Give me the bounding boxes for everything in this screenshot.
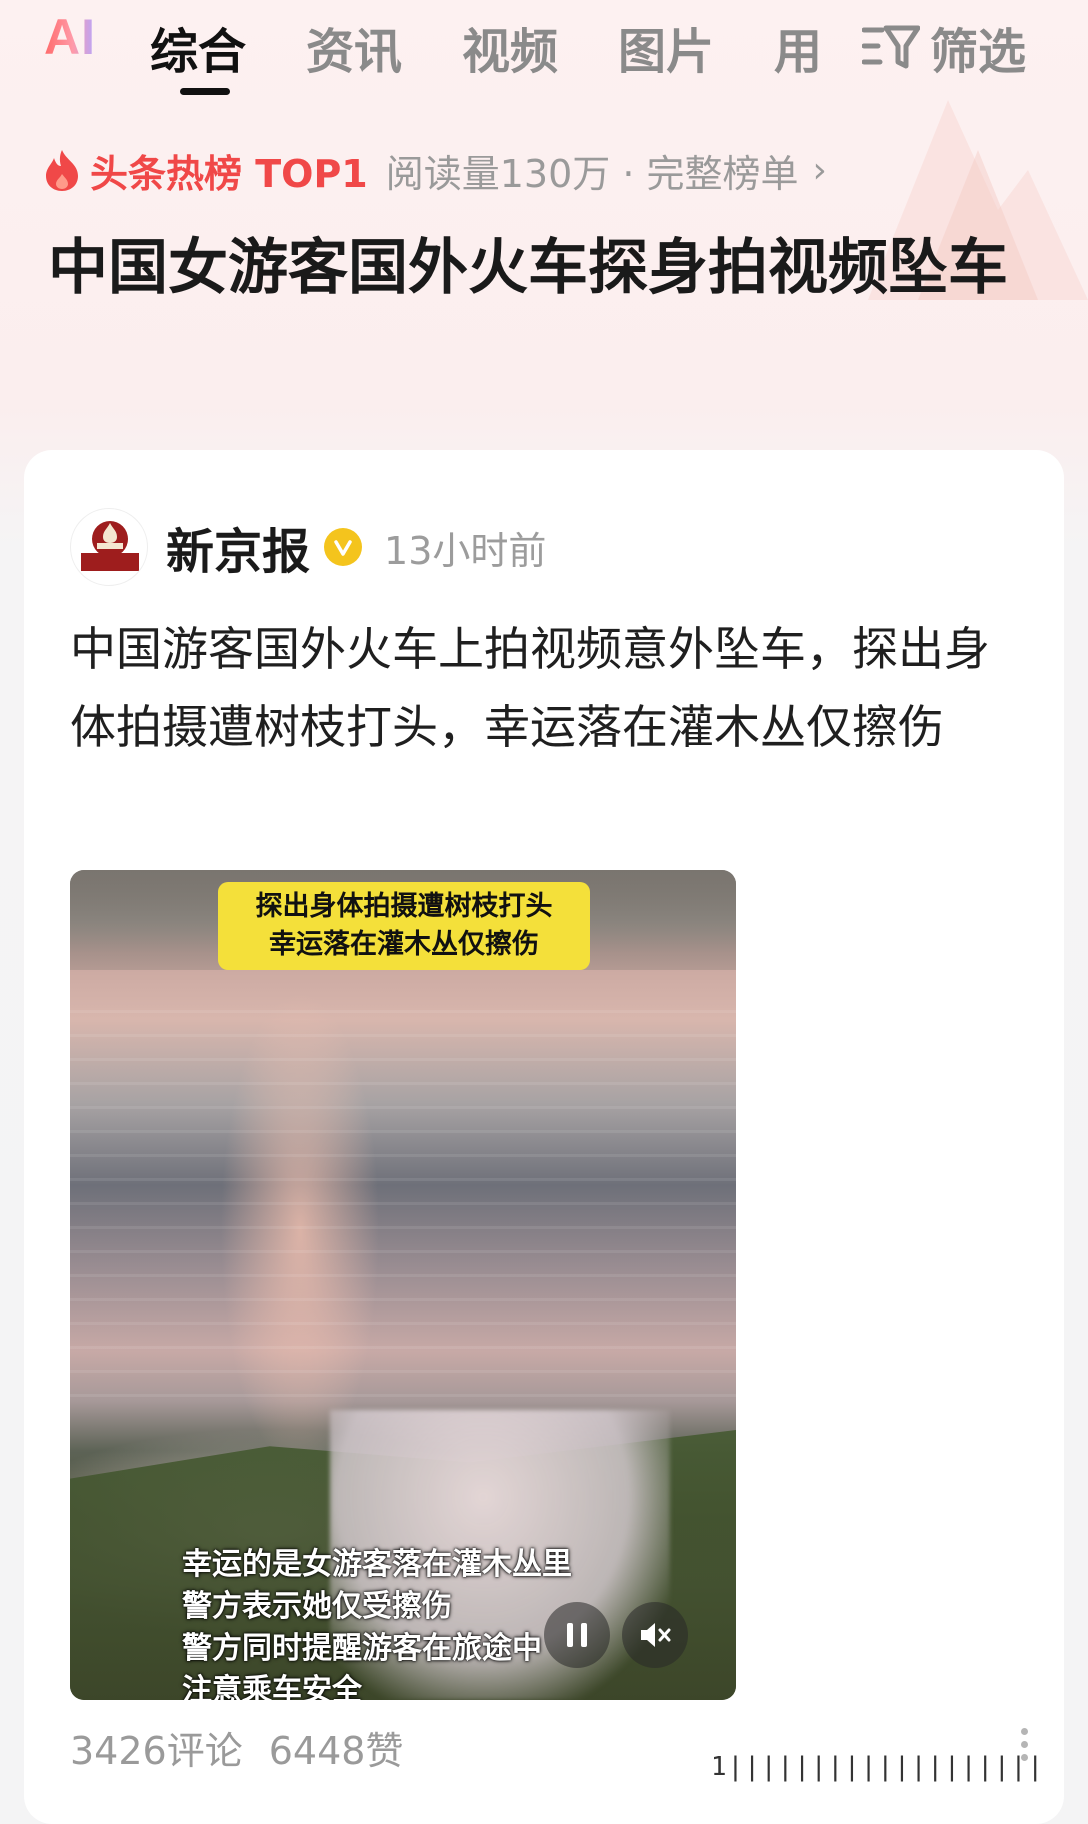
muted-speaker-icon — [641, 1623, 671, 1647]
hotlist-title: 头条热榜 TOP1 — [90, 151, 368, 196]
active-tab-indicator — [180, 88, 230, 95]
filter-button[interactable]: 筛选 — [862, 12, 1026, 82]
search-tab-bar: AI 综合 资讯 视频 图片 用 筛选 — [0, 0, 1088, 100]
tab-comprehensive[interactable]: 综合 — [150, 12, 246, 82]
source-logo[interactable] — [70, 508, 148, 586]
watermark: 1||||||||||||||||||| — [710, 1752, 1044, 1782]
video-player[interactable]: 探出身体拍摄遭树枝打头 幸运落在灌木丛仅擦伤 幸运的是女游客落在灌木丛里 警方表… — [70, 870, 736, 1700]
like-count[interactable]: 6448赞 — [269, 1729, 404, 1773]
news-card[interactable]: 新京报 13小时前 中国游客国外火车上拍视频意外坠车，探出身体拍摄遭树枝打头，幸… — [24, 450, 1064, 1824]
filter-icon — [862, 25, 920, 69]
pause-icon — [567, 1623, 587, 1647]
video-caption-top-line: 探出身体拍摄遭树枝打头 — [255, 891, 553, 922]
tab-news[interactable]: 资讯 — [306, 12, 402, 82]
flame-icon — [46, 150, 78, 191]
chevron-right-icon: › — [812, 149, 827, 191]
filter-label: 筛选 — [930, 24, 1027, 80]
mute-button[interactable] — [622, 1602, 688, 1668]
video-sea — [70, 1010, 736, 1410]
publish-time: 13小时前 — [384, 528, 547, 573]
tab-videos[interactable]: 视频 — [462, 12, 558, 82]
video-subtitle-line: 幸运的是女游客落在灌木丛里 — [182, 1547, 572, 1582]
page-title[interactable]: 中国女游客国外火车探身拍视频坠车 — [48, 222, 1048, 314]
tab-ai[interactable]: AI — [44, 8, 96, 66]
video-subtitle-line: 注意乘车安全 — [182, 1673, 362, 1700]
tab-users[interactable]: 用 — [774, 12, 822, 82]
verified-badge-icon — [324, 528, 363, 566]
video-caption-top: 探出身体拍摄遭树枝打头 幸运落在灌木丛仅擦伤 — [218, 882, 590, 970]
xinjingbao-logo-icon — [81, 521, 139, 571]
comment-count[interactable]: 3426评论 — [70, 1729, 243, 1773]
source-row[interactable]: 新京报 13小时前 — [70, 508, 546, 586]
source-name[interactable]: 新京报 — [166, 512, 310, 582]
hotlist-row[interactable]: 头条热榜 TOP1 阅读量130万 · 完整榜单 › — [44, 142, 827, 198]
tab-images[interactable]: 图片 — [618, 12, 714, 82]
hotlist-meta: 阅读量130万 · 完整榜单 — [385, 151, 799, 196]
article-summary[interactable]: 中国游客国外火车上拍视频意外坠车，探出身体拍摄遭树枝打头，幸运落在灌木丛仅擦伤 — [70, 610, 1010, 766]
engagement-stats: 3426评论 6448赞 — [70, 1720, 403, 1775]
pause-button[interactable] — [544, 1602, 610, 1668]
video-caption-top-line: 幸运落在灌木丛仅擦伤 — [269, 929, 539, 960]
